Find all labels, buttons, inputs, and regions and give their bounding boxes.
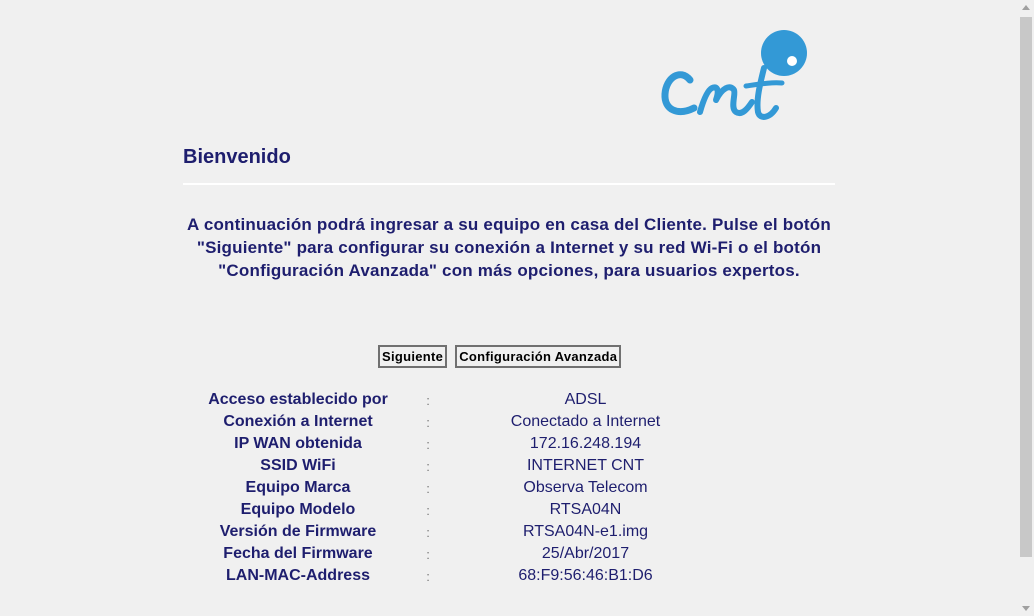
- info-separator: :: [426, 502, 430, 518]
- router-welcome-page: Bienvenido A continuación podrá ingresar…: [0, 0, 1034, 616]
- info-value: 68:F9:56:46:B1:D6: [518, 567, 653, 584]
- info-row: Versión de Firmware: RTSA04N-e1.img: [183, 521, 728, 543]
- info-label: SSID WiFi: [260, 457, 336, 474]
- info-label: Equipo Marca: [245, 479, 351, 496]
- info-row: Fecha del Firmware: 25/Abr/2017: [183, 543, 728, 565]
- info-row: Equipo Marca: Observa Telecom: [183, 477, 728, 499]
- info-separator: :: [426, 436, 430, 452]
- info-row: SSID WiFi: INTERNET CNT: [183, 455, 728, 477]
- vertical-scrollbar[interactable]: [1018, 0, 1034, 616]
- info-row: Equipo Modelo: RTSA04N: [183, 499, 728, 521]
- info-separator: :: [426, 392, 430, 408]
- title-divider: [183, 183, 835, 185]
- info-value: 172.16.248.194: [529, 435, 642, 452]
- info-label: IP WAN obtenida: [234, 435, 362, 452]
- info-value: ADSL: [564, 391, 607, 408]
- info-value: RTSA04N-e1.img: [522, 523, 649, 540]
- info-separator: :: [426, 546, 430, 562]
- info-label: Conexión a Internet: [223, 413, 373, 430]
- info-value: Conectado a Internet: [510, 413, 661, 430]
- cnt-logo: [661, 30, 807, 120]
- info-label: LAN-MAC-Address: [226, 567, 370, 584]
- info-value: Observa Telecom: [523, 479, 648, 496]
- info-value: INTERNET CNT: [526, 457, 645, 474]
- scroll-up-arrow-icon[interactable]: [1022, 5, 1030, 10]
- info-separator: :: [426, 480, 430, 496]
- info-label: Equipo Modelo: [240, 501, 356, 518]
- info-row: Conexión a Internet: Conectado a Internet: [183, 411, 728, 433]
- info-row: Acceso establecido por: ADSL: [183, 389, 728, 411]
- page-title: Bienvenido: [183, 146, 291, 168]
- info-label: Fecha del Firmware: [223, 545, 373, 562]
- info-separator: :: [426, 524, 430, 540]
- info-value: RTSA04N: [549, 501, 622, 518]
- info-row: IP WAN obtenida: 172.16.248.194: [183, 433, 728, 455]
- device-info-table: Acceso establecido por: ADSL Conexión a In…: [183, 389, 728, 587]
- intro-text: A continuación podrá ingresar a su equip…: [187, 215, 831, 280]
- info-value: 25/Abr/2017: [541, 545, 630, 562]
- info-row: LAN-MAC-Address: 68:F9:56:46:B1:D6: [183, 565, 728, 587]
- scroll-down-arrow-icon[interactable]: [1022, 606, 1030, 611]
- next-button[interactable]: Siguiente: [378, 345, 448, 368]
- info-label: Acceso establecido por: [208, 391, 388, 408]
- info-label: Versión de Firmware: [219, 523, 377, 540]
- info-separator: :: [426, 568, 430, 584]
- info-separator: :: [426, 458, 430, 474]
- advanced-config-button[interactable]: Configuración Avanzada: [455, 345, 622, 368]
- info-separator: :: [426, 414, 430, 430]
- action-buttons: Siguiente Configuración Avanzada: [378, 345, 622, 368]
- scrollbar-thumb[interactable]: [1020, 17, 1032, 557]
